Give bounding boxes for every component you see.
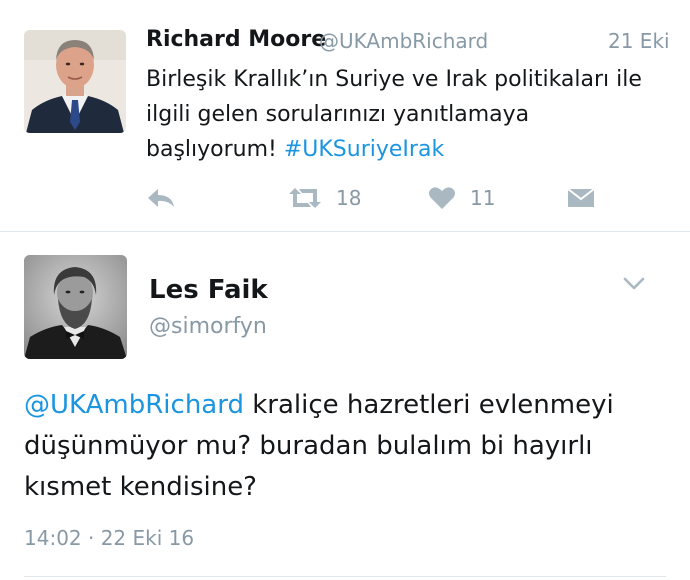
heart-icon bbox=[429, 187, 455, 209]
author-name[interactable]: Richard Moore bbox=[146, 27, 326, 52]
like-button[interactable]: 11 bbox=[428, 183, 495, 213]
tweet-timestamp[interactable]: 14:02 · 22 Eki 16 bbox=[24, 526, 194, 550]
avatar-portrait-image bbox=[24, 255, 127, 359]
retweet-count: 18 bbox=[336, 186, 362, 210]
mention-link[interactable]: @UKAmbRichard bbox=[24, 390, 244, 420]
author-handle[interactable]: @UKAmbRichard bbox=[319, 29, 488, 53]
retweet-button[interactable]: 18 bbox=[288, 183, 361, 213]
tweet-date[interactable]: 21 Eki bbox=[608, 29, 670, 53]
author-handle[interactable]: @simorfyn bbox=[149, 314, 267, 339]
like-count: 11 bbox=[470, 186, 496, 210]
divider bbox=[24, 576, 666, 577]
divider bbox=[0, 231, 690, 232]
author-name[interactable]: Les Faik bbox=[149, 275, 268, 305]
tweet-text: @UKAmbRichard kraliçe hazretleri evlenme… bbox=[24, 385, 674, 508]
tweet-text: Birleşik Krallık’ın Suriye ve Irak polit… bbox=[146, 62, 666, 167]
envelope-icon bbox=[567, 188, 595, 207]
hashtag-link[interactable]: #UKSuriyeIrak bbox=[284, 137, 444, 162]
avatar-richard-moore[interactable] bbox=[24, 30, 126, 133]
reply-icon bbox=[148, 189, 174, 207]
direct-message-button[interactable] bbox=[566, 183, 596, 213]
retweet-icon bbox=[289, 188, 321, 208]
avatar-portrait-image bbox=[24, 30, 126, 133]
reply-button[interactable] bbox=[146, 183, 176, 213]
avatar-les-faik[interactable] bbox=[24, 255, 127, 359]
chevron-down-icon[interactable] bbox=[623, 276, 645, 292]
